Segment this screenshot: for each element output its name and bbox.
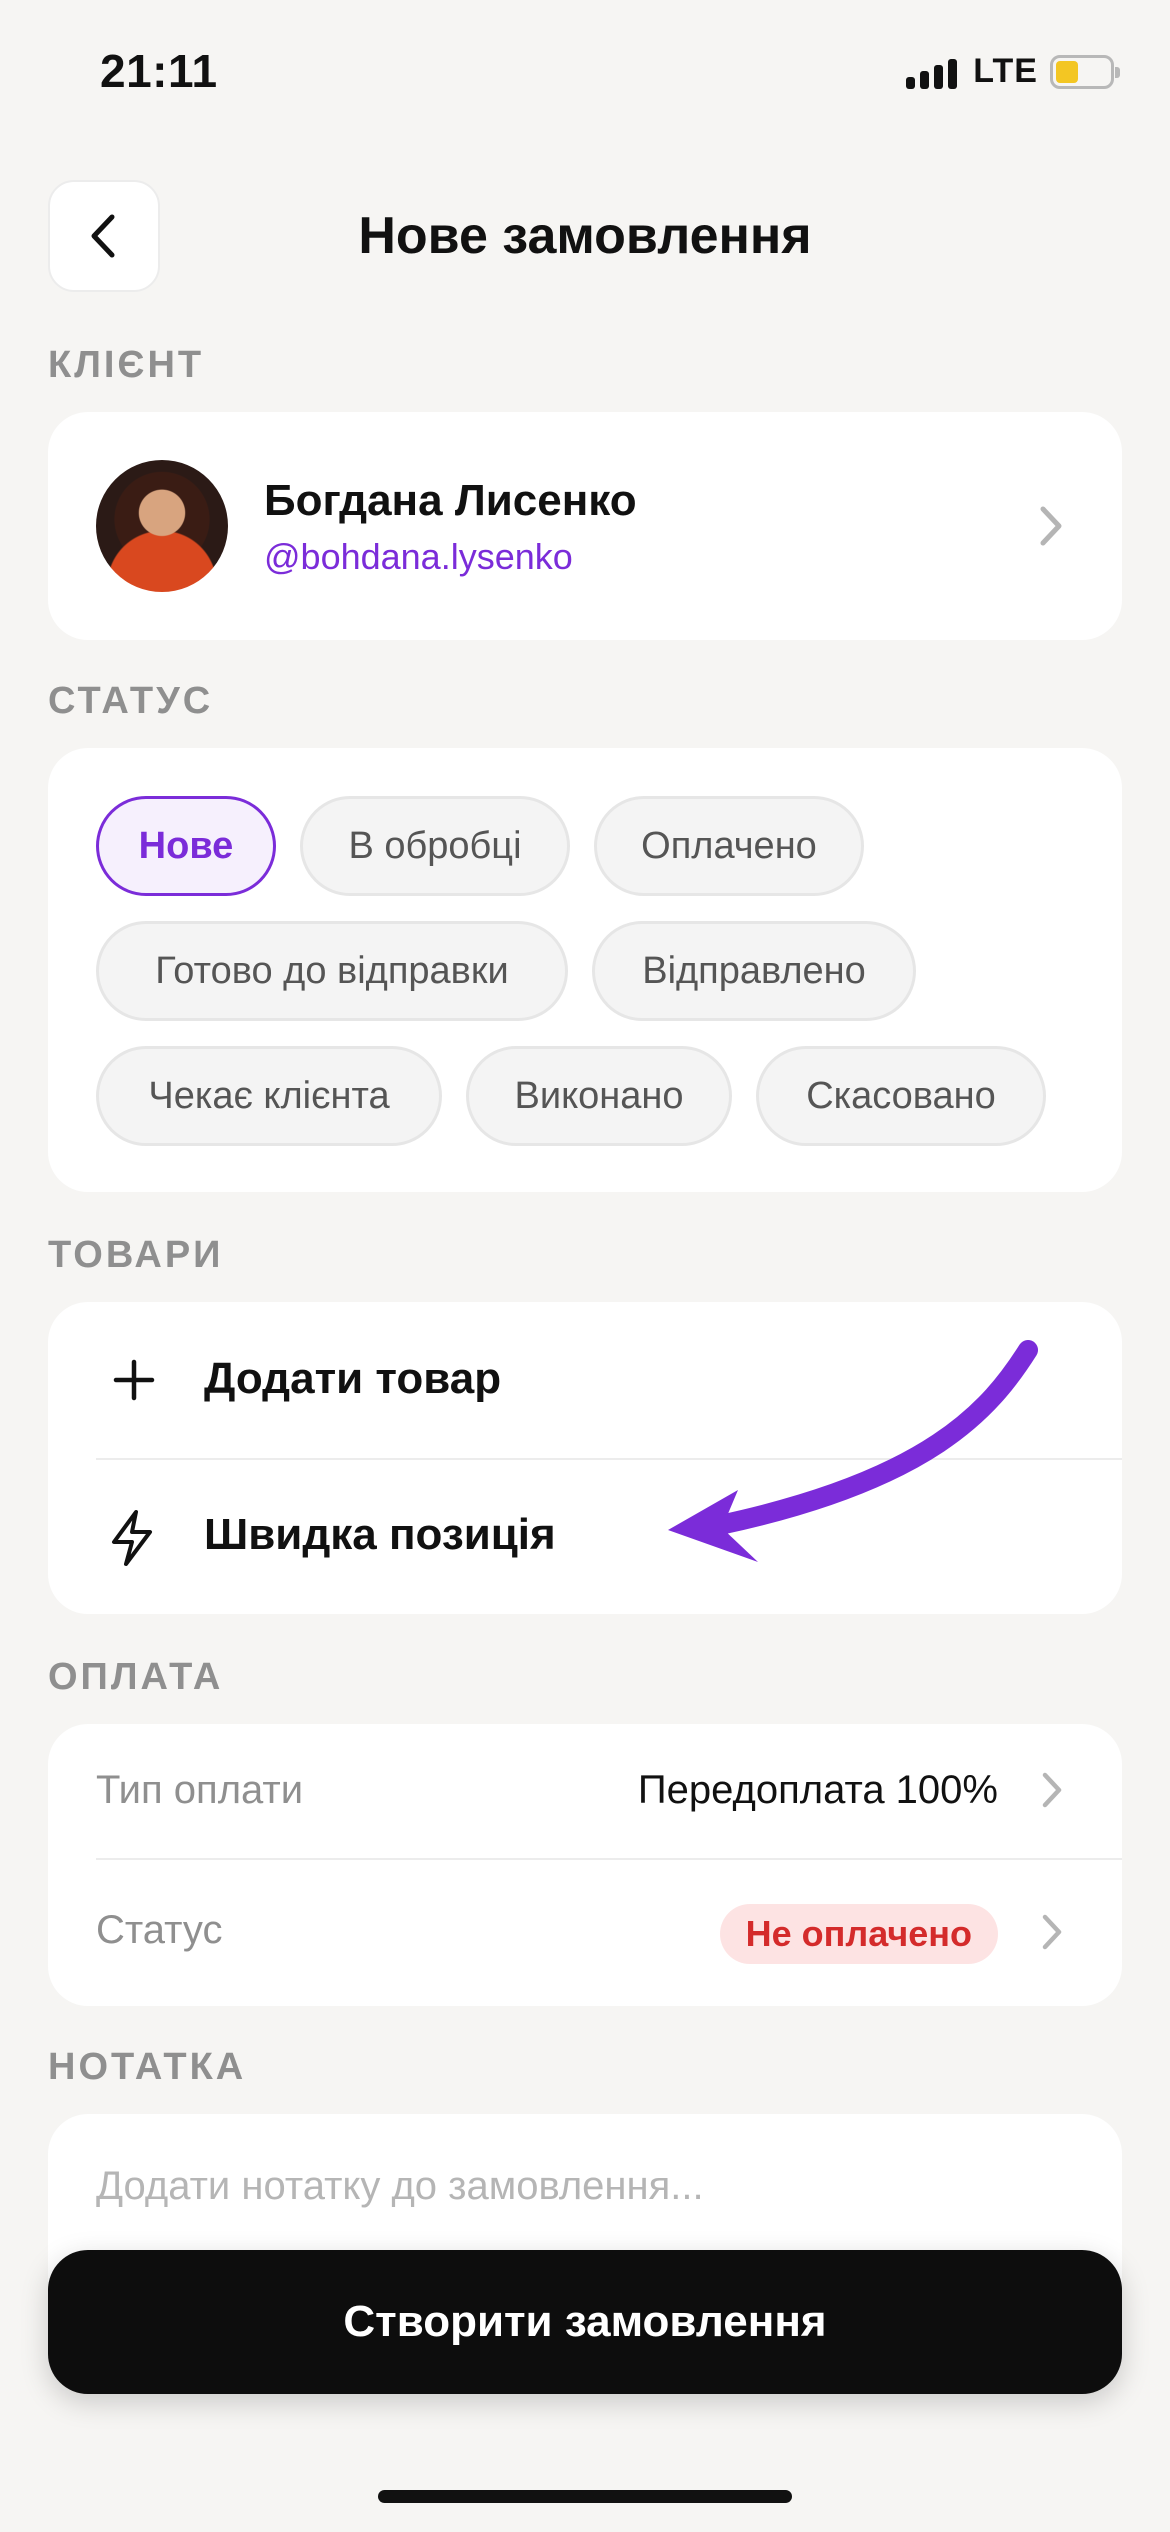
signal-icon [906,55,958,89]
payment-section-label: ОПЛАТА [48,1656,224,1698]
payment-status-badge: Не оплачено [719,1904,998,1964]
status-chip-new[interactable]: Нове [96,796,276,896]
status-section-label: СТАТУС [48,680,214,722]
client-avatar [96,460,228,592]
items-section-label: ТОВАРИ [48,1234,224,1276]
status-chip-shipped[interactable]: Відправлено [592,921,916,1021]
create-order-button[interactable]: Створити замовлення [48,2250,1122,2394]
add-item-label: Додати товар [204,1354,502,1403]
status-chip-awaiting-client[interactable]: Чекає клієнта [96,1046,442,1146]
payment-type-value: Передоплата 100% [637,1768,998,1812]
chevron-right-icon [1040,506,1062,546]
quick-item-label: Швидка позиція [204,1510,556,1559]
payment-status-row[interactable]: Статус Не оплачено [48,1860,1122,2006]
status-time: 21:11 [100,45,218,97]
arrow-annotation-icon [668,1340,1038,1562]
status-chip-cancelled[interactable]: Скасовано [756,1046,1046,1146]
note-section-label: НОТАТКА [48,2046,247,2088]
client-handle: @bohdana.lysenko [264,536,573,577]
home-indicator [378,2490,792,2503]
status-bar-right: LTE [906,52,1120,91]
client-name: Богдана Лисенко [264,476,637,525]
status-chip-completed[interactable]: Виконано [466,1046,732,1146]
lightning-icon [112,1510,152,1566]
chevron-right-icon [1042,1772,1062,1808]
battery-icon [1050,54,1120,89]
chevron-right-icon [1042,1914,1062,1950]
status-chip-processing[interactable]: В обробці [300,796,570,896]
payment-type-row[interactable]: Тип оплати Передоплата 100% [48,1724,1122,1858]
page-title: Нове замовлення [358,207,812,265]
plus-icon [113,1359,155,1401]
payment-type-label: Тип оплати [96,1768,304,1812]
status-chip-ready-to-ship[interactable]: Готово до відправки [96,921,568,1021]
client-section-label: КЛІЄНТ [48,344,205,386]
note-input[interactable]: Додати нотатку до замовлення... [96,2164,704,2209]
status-chip-paid[interactable]: Оплачено [594,796,864,896]
network-type: LTE [973,52,1038,90]
payment-status-label: Статус [96,1908,223,1952]
